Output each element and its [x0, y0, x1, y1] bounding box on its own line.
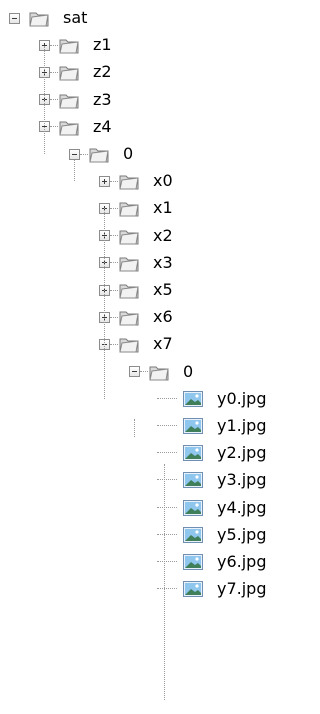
folder-icon	[59, 118, 79, 136]
folder-icon	[119, 227, 139, 245]
folder-icon	[119, 172, 139, 190]
tree-connector	[157, 561, 177, 563]
expand-toggle[interactable]	[99, 175, 118, 187]
tree-item-label: 0	[123, 144, 134, 163]
tree-file-item[interactable]: y2.jpg	[157, 439, 267, 467]
tree-item-label: 0	[183, 361, 194, 381]
file-tree: sat z1 z2 z3 z4 0 x0 x1 x2 x3 x5 x6 x7 0 y0.jpg y1.jpg y…	[0, 0, 301, 714]
image-file-icon	[183, 553, 203, 571]
tree-folder-item[interactable]: z1	[39, 31, 112, 59]
tree-folder-item[interactable]: z3	[39, 86, 112, 114]
folder-icon	[119, 335, 139, 353]
tree-item-label: y6.jpg	[217, 552, 267, 571]
tree-connector	[157, 588, 177, 590]
tree-connector-line	[74, 160, 75, 181]
tree-folder-item[interactable]: z4	[39, 113, 112, 141]
image-file-icon	[183, 526, 203, 544]
tree-file-item[interactable]: y1.jpg	[157, 412, 267, 440]
tree-item-label: y0.jpg	[217, 388, 267, 408]
tree-item-label: y7.jpg	[217, 579, 267, 599]
folder-icon	[119, 254, 139, 272]
tree-folder-item[interactable]: sat	[9, 4, 87, 32]
folder-icon	[59, 36, 79, 54]
image-file-icon	[183, 499, 203, 517]
folder-icon	[149, 363, 169, 381]
tree-item-label: y1.jpg	[217, 416, 267, 435]
tree-item-label: y5.jpg	[217, 524, 267, 544]
folder-icon	[89, 145, 109, 163]
image-file-icon	[183, 580, 203, 598]
image-file-icon	[183, 471, 203, 489]
tree-connector-line	[104, 208, 105, 399]
tree-file-item[interactable]: y7.jpg	[157, 575, 267, 603]
tree-folder-item[interactable]: x0	[99, 167, 173, 195]
image-file-icon	[183, 390, 203, 408]
tree-connector	[157, 425, 177, 427]
tree-connector-line	[164, 464, 165, 700]
tree-file-item[interactable]: y4.jpg	[157, 494, 267, 522]
tree-connector	[157, 506, 177, 509]
tree-file-item[interactable]: y6.jpg	[157, 548, 267, 576]
tree-item-label: x0	[153, 171, 173, 191]
tree-file-item[interactable]: y3.jpg	[157, 466, 267, 494]
tree-connector	[157, 397, 177, 400]
tree-connector	[157, 452, 177, 454]
tree-item-label: y4.jpg	[217, 497, 267, 517]
tree-item-label: x5	[153, 280, 173, 299]
tree-folder-item[interactable]: x6	[99, 303, 173, 331]
tree-folder-item[interactable]: x2	[99, 222, 173, 250]
image-file-icon	[183, 444, 203, 462]
tree-file-item[interactable]: y0.jpg	[157, 385, 267, 413]
folder-icon	[59, 63, 79, 81]
tree-item-label: y3.jpg	[217, 470, 267, 490]
tree-folder-item[interactable]: x1	[99, 194, 173, 222]
tree-item-label: z1	[93, 35, 112, 55]
folder-icon	[59, 91, 79, 109]
tree-file-item[interactable]: y5.jpg	[157, 521, 267, 549]
tree-connector-line	[44, 46, 45, 154]
folder-icon	[119, 199, 139, 217]
tree-folder-item[interactable]: x3	[99, 249, 173, 277]
tree-folder-item[interactable]: x5	[99, 276, 173, 304]
collapse-toggle[interactable]	[69, 148, 88, 160]
tree-item-label: x2	[153, 225, 173, 245]
tree-item-label: z3	[93, 89, 112, 109]
tree-item-label: y2.jpg	[217, 443, 267, 463]
tree-item-label: x7	[153, 334, 173, 354]
tree-connector	[157, 533, 177, 536]
tree-connector-line	[134, 419, 135, 437]
tree-connector	[157, 479, 177, 481]
collapse-toggle[interactable]	[9, 12, 20, 24]
collapse-toggle[interactable]	[129, 366, 148, 378]
image-file-icon	[183, 417, 203, 435]
tree-folder-item[interactable]: 0	[129, 358, 193, 386]
tree-item-label: x3	[153, 252, 173, 272]
tree-item-label: z2	[93, 62, 112, 82]
folder-icon	[29, 9, 49, 27]
tree-folder-item[interactable]: 0	[69, 140, 133, 168]
tree-item-label: x6	[153, 307, 173, 327]
tree-folder-item[interactable]: z2	[39, 58, 112, 86]
tree-item-label: z4	[93, 116, 112, 136]
tree-item-label: x1	[153, 198, 173, 218]
tree-item-label: sat	[63, 8, 88, 27]
tree-folder-item[interactable]: x7	[99, 330, 173, 358]
folder-icon	[119, 281, 139, 299]
folder-icon	[119, 308, 139, 326]
